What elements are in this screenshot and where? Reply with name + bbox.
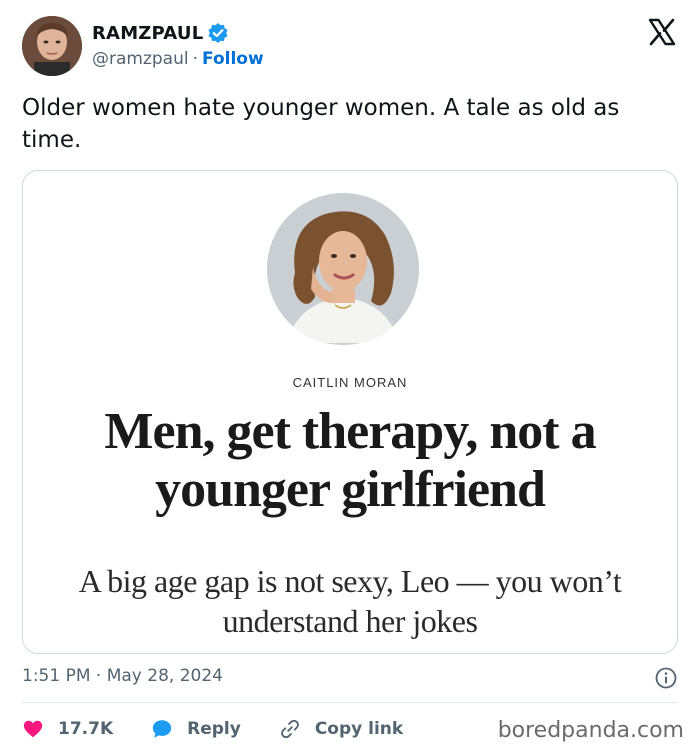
author-handle[interactable]: @ramzpaul	[92, 49, 189, 69]
like-count: 17.7K	[58, 719, 114, 739]
article-headline: Men, get therapy, not a younger girlfrie…	[104, 403, 596, 518]
handle-separator: ·	[192, 49, 199, 69]
reply-bubble-icon	[152, 720, 172, 738]
like-button[interactable]: 17.7K	[22, 718, 113, 740]
verified-badge-icon	[207, 22, 229, 44]
copy-link-button[interactable]: Copy link	[279, 718, 403, 740]
actions-divider	[22, 702, 678, 703]
author-handle-row: @ramzpaul · Follow	[92, 49, 264, 69]
source-watermark: boredpanda.com	[497, 718, 684, 743]
article-byline: CAITLIN MORAN	[292, 375, 408, 390]
info-icon[interactable]	[654, 666, 678, 690]
tweet-actions: 17.7K Reply Copy link	[22, 716, 441, 742]
link-icon	[280, 719, 299, 739]
copy-link-label: Copy link	[314, 719, 404, 739]
article-subhead: A big age gap is not sexy, Leo — you won…	[78, 563, 622, 639]
tweet-header: RAMZPAUL @ramzpaul · Follow	[22, 16, 678, 80]
article-card[interactable]: CAITLIN MORAN Men, get therapy, not a yo…	[22, 170, 678, 654]
author-portrait-image	[267, 193, 419, 345]
tweet-text: Older women hate younger women. A tale a…	[22, 95, 620, 153]
author-name-row: RAMZPAUL	[92, 22, 229, 44]
reply-button[interactable]: Reply	[151, 718, 241, 740]
tweet-timestamp[interactable]: 1:51 PM · May 28, 2024	[22, 666, 223, 686]
author-display-name[interactable]: RAMZPAUL	[92, 23, 203, 44]
reply-label: Reply	[187, 719, 241, 739]
heart-icon	[23, 720, 43, 738]
author-avatar[interactable]	[22, 16, 82, 76]
x-logo-icon[interactable]	[648, 18, 676, 46]
follow-button[interactable]: Follow	[202, 49, 264, 69]
